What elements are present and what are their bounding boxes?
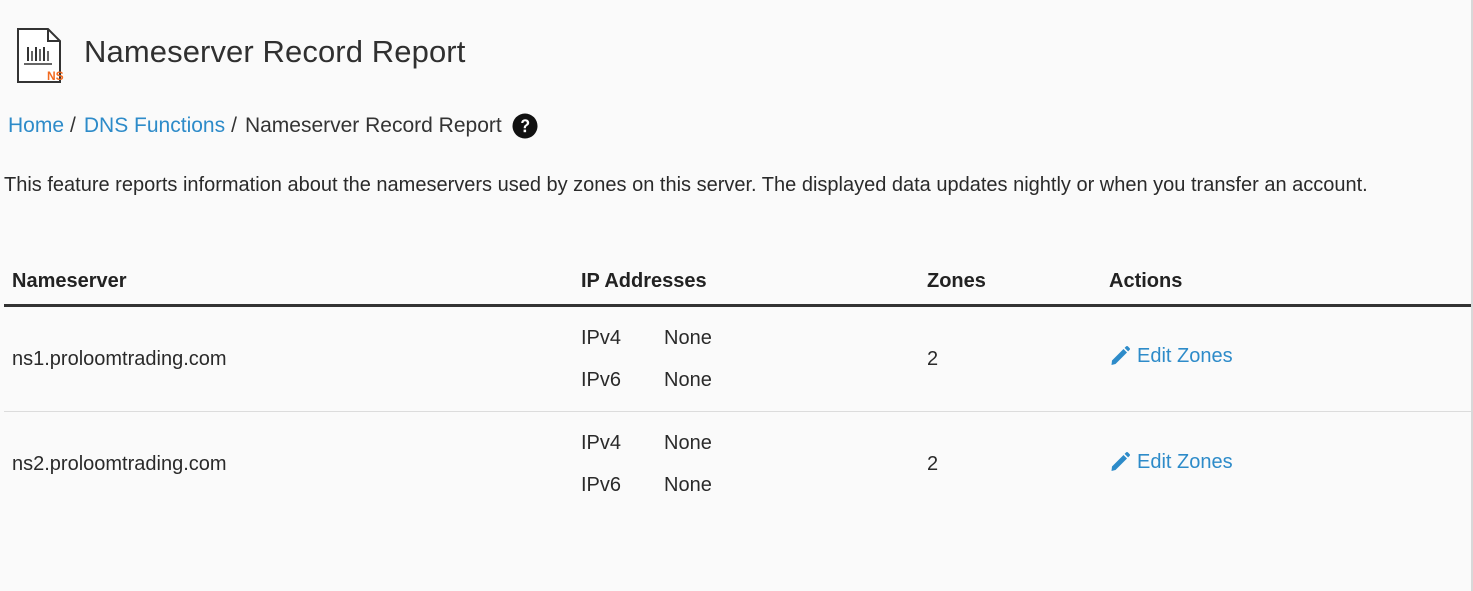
edit-zones-link[interactable]: Edit Zones [1109, 345, 1233, 368]
edit-zones-link[interactable]: Edit Zones [1109, 451, 1233, 474]
nameserver-table: Nameserver IP Addresses Zones Actions ns… [4, 258, 1473, 518]
ip-addresses-cell: IPv4 None IPv6 None [573, 411, 919, 518]
ip-value: None [664, 432, 712, 455]
edit-zones-label: Edit Zones [1137, 450, 1233, 473]
nameserver-cell: ns2.proloomtrading.com [4, 411, 573, 518]
table-header-row: Nameserver IP Addresses Zones Actions [4, 258, 1473, 307]
pencil-icon [1111, 452, 1130, 471]
ip-type: IPv4 [581, 326, 622, 349]
table-row: ns1.proloomtrading.com IPv4 None IPv6 No… [4, 306, 1473, 412]
ns-badge-text: NS [47, 69, 64, 83]
ip-value: None [664, 326, 712, 349]
column-header-zones: Zones [919, 258, 1101, 307]
ip-entry: IPv4 None [581, 327, 919, 350]
breadcrumb-home-link[interactable]: Home [8, 114, 64, 138]
ip-type: IPv6 [581, 474, 622, 497]
zones-cell: 2 [919, 411, 1101, 518]
page-title: Nameserver Record Report [84, 34, 466, 69]
ip-type: IPv4 [581, 432, 622, 455]
ip-value: None [664, 368, 712, 391]
column-header-ip-addresses: IP Addresses [573, 258, 919, 307]
breadcrumb: Home / DNS Functions / Nameserver Record… [8, 112, 538, 140]
question-circle-icon[interactable] [512, 113, 538, 139]
edit-zones-label: Edit Zones [1137, 344, 1233, 367]
ip-addresses-cell: IPv4 None IPv6 None [573, 306, 919, 412]
actions-cell: Edit Zones [1101, 411, 1473, 518]
ip-value: None [664, 474, 712, 497]
page-header: NS Nameserver Record Report [14, 26, 465, 86]
breadcrumb-separator: / [231, 114, 237, 137]
page: NS Nameserver Record Report Home / DNS F… [0, 0, 1473, 591]
column-header-nameserver: Nameserver [4, 258, 573, 307]
ip-entry: IPv6 None [581, 369, 919, 392]
zones-cell: 2 [927, 347, 939, 370]
ip-entry: IPv4 None [581, 432, 919, 455]
ns-report-icon: NS [17, 28, 64, 83]
breadcrumb-dns-functions-link[interactable]: DNS Functions [84, 114, 225, 138]
feature-description: This feature reports information about t… [4, 174, 1368, 196]
pencil-icon [1111, 346, 1130, 366]
breadcrumb-separator: / [70, 114, 76, 137]
breadcrumb-current: Nameserver Record Report [244, 114, 502, 137]
column-header-actions: Actions [1101, 258, 1473, 307]
ip-type: IPv6 [581, 368, 622, 391]
actions-cell: Edit Zones [1101, 306, 1473, 412]
ip-entry: IPv6 None [581, 474, 919, 497]
table-row: ns2.proloomtrading.com IPv4 None IPv6 No… [4, 411, 1473, 518]
nameserver-cell: ns1.proloomtrading.com [12, 347, 227, 370]
